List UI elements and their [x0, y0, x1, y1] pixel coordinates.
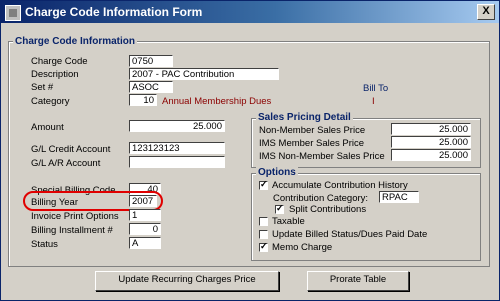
window-title: Charge Code Information Form: [25, 5, 203, 19]
ims-non-member-price-label: IMS Non-Member Sales Price: [259, 151, 385, 162]
update-recurring-charges-button[interactable]: Update Recurring Charges Price: [95, 271, 279, 291]
non-member-price-label: Non-Member Sales Price: [259, 125, 366, 136]
title-bar[interactable]: Charge Code Information Form X: [1, 1, 499, 23]
bill-to-label: Bill To: [363, 83, 389, 94]
amount-label: Amount: [31, 122, 64, 133]
options-title: Options: [256, 167, 298, 178]
category-field[interactable]: 10: [129, 94, 157, 106]
billing-year-label: Billing Year: [31, 197, 79, 208]
invoice-print-field[interactable]: 1: [129, 209, 161, 221]
charge-code-info-title: Charge Code Information: [13, 36, 138, 47]
category-label: Category: [31, 96, 70, 107]
ims-non-member-price-field[interactable]: 25.000: [391, 149, 471, 161]
prorate-table-button[interactable]: Prorate Table: [307, 271, 409, 291]
billing-installment-label: Billing Installment #: [31, 225, 113, 236]
charge-code-window: Charge Code Information Form X Charge Co…: [0, 0, 500, 301]
contribution-category-field[interactable]: RPAC: [379, 191, 419, 203]
status-field[interactable]: A: [129, 237, 161, 249]
charge-code-field[interactable]: 0750: [129, 55, 173, 67]
update-billed-checkbox[interactable]: [259, 230, 268, 239]
contribution-category-label: Contribution Category:: [273, 193, 369, 204]
accumulate-history-checkbox[interactable]: [259, 179, 268, 190]
bill-to-value: I: [372, 96, 375, 107]
accumulate-history-label: Accumulate Contribution History: [272, 180, 408, 191]
amount-field[interactable]: 25.000: [129, 120, 225, 132]
gl-ar-field[interactable]: [129, 156, 225, 168]
close-button[interactable]: X: [477, 4, 495, 20]
status-label: Status: [31, 239, 58, 250]
description-label: Description: [31, 69, 79, 80]
set-number-label: Set #: [31, 82, 54, 93]
ims-member-price-label: IMS Member Sales Price: [259, 138, 365, 149]
taxable-label: Taxable: [272, 216, 305, 227]
billing-installment-field[interactable]: 0: [129, 223, 161, 235]
invoice-print-label: Invoice Print Options: [31, 211, 119, 222]
taxable-checkbox[interactable]: [259, 217, 268, 226]
ims-member-price-field[interactable]: 25.000: [391, 136, 471, 148]
category-description: Annual Membership Dues: [162, 96, 272, 107]
gl-credit-label: G/L Credit Account: [31, 144, 111, 155]
memo-charge-label: Memo Charge: [272, 242, 333, 253]
update-billed-label: Update Billed Status/Dues Paid Date: [272, 229, 428, 240]
gl-ar-label: G/L A/R Account: [31, 158, 101, 169]
description-field[interactable]: 2007 - PAC Contribution: [129, 68, 279, 80]
split-contributions-label: Split Contributions: [289, 204, 367, 215]
split-contributions-checkbox[interactable]: [275, 203, 284, 214]
sales-pricing-title: Sales Pricing Detail: [256, 112, 353, 123]
charge-code-label: Charge Code: [31, 56, 88, 67]
non-member-price-field[interactable]: 25.000: [391, 123, 471, 135]
billing-year-field[interactable]: 2007: [129, 195, 157, 207]
memo-charge-checkbox[interactable]: [259, 241, 268, 252]
set-number-field[interactable]: ASOC: [129, 81, 173, 93]
gl-credit-field[interactable]: 123123123: [129, 142, 225, 154]
form-icon: [5, 5, 21, 21]
